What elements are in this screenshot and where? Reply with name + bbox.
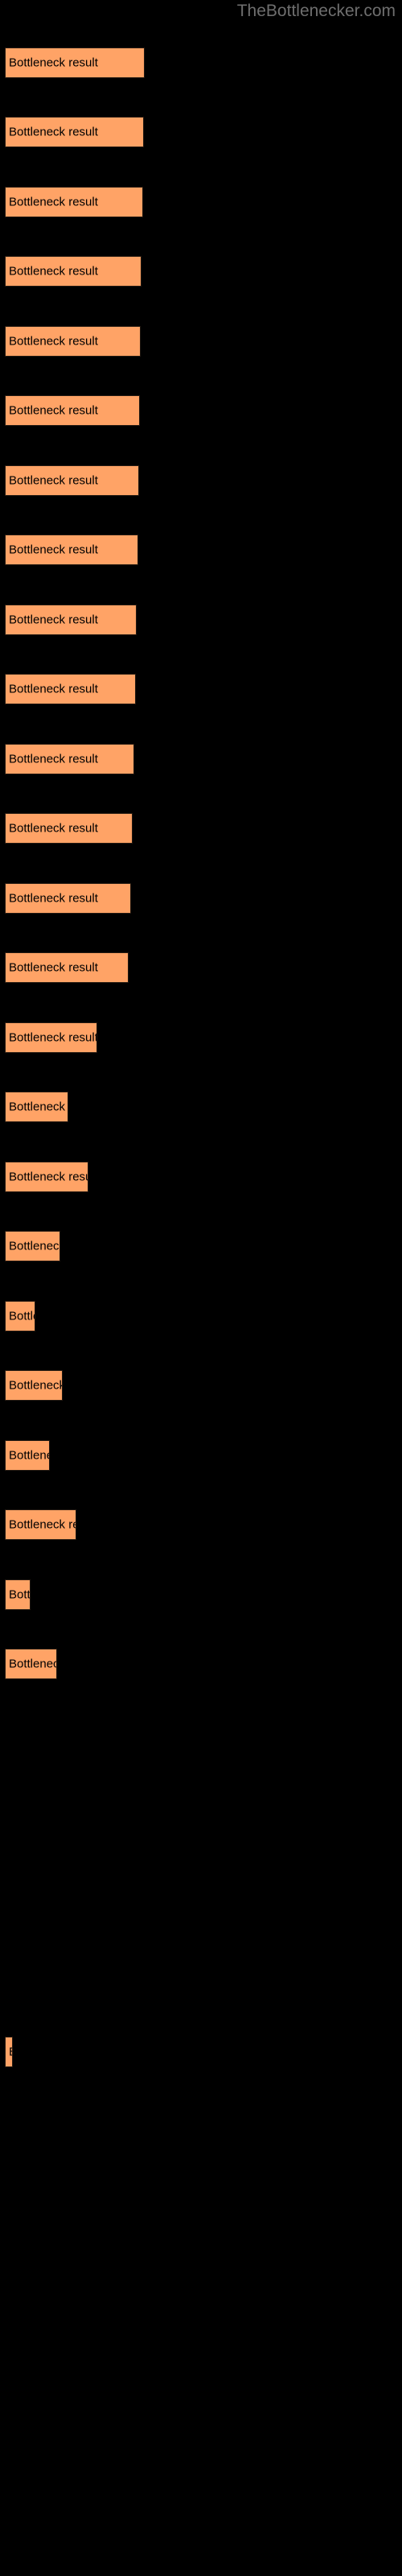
bar: Bottleneck result [5, 1231, 60, 1261]
bar-row: Bottleneck result [5, 674, 136, 704]
bar-label: Bottleneck result [9, 56, 98, 70]
bar-row: Bottleneck result [5, 1579, 31, 1610]
bar-label: Bottleneck result [9, 613, 98, 627]
bar-label: Bottleneck result [9, 1100, 68, 1114]
bar-row: Bottleneck result [5, 1649, 57, 1679]
bar-label: Bottleneck result [9, 1657, 56, 1671]
bar-label: Bottleneck result [9, 1378, 63, 1393]
bar: Bottleneck result [5, 326, 141, 357]
bar-row: Bottleneck result [5, 535, 138, 565]
bar: Bottleneck result [5, 952, 129, 983]
bar: Bottleneck result [5, 1649, 57, 1679]
page-title: TheBottlenecker.com [236, 2, 396, 20]
bar-label: Bottleneck result [9, 543, 98, 557]
bar-label: Bottleneck result [9, 2046, 12, 2058]
bar: Bottleneck result [5, 395, 140, 426]
bar: Bottleneck result [5, 1370, 63, 1401]
bar-label: Bottleneck result [9, 264, 98, 279]
bar: Bottleneck result [5, 256, 142, 287]
bar: Bottleneck result [5, 1440, 50, 1471]
bar-label: Bottleneck result [9, 195, 98, 209]
bar-row: Bottleneck result [5, 1162, 88, 1192]
bar-row: Bottleneck result [5, 47, 145, 78]
bar: Bottleneck result [5, 47, 145, 78]
bar-label: Bottleneck result [9, 1587, 31, 1602]
bar: Bottleneck result [5, 535, 138, 565]
bar-row: Bottleneck result [5, 1440, 50, 1471]
bar-row: Bottleneck result [5, 1231, 60, 1261]
bar-row: Bottleneck result [5, 1022, 97, 1053]
bar-row: Bottleneck result [5, 395, 140, 426]
bar-row: Bottleneck result [5, 883, 131, 914]
bar-label: Bottleneck result [9, 403, 98, 418]
bar-label: Bottleneck result [9, 960, 98, 975]
bar-label: Bottleneck result [9, 891, 98, 906]
bar-row: Bottleneck result [5, 1509, 76, 1540]
bar: Bottleneck result [5, 187, 143, 217]
bar: Bottleneck result [5, 813, 133, 844]
bar-label: Bottleneck result [9, 1448, 49, 1463]
bar-row: Bottleneck result [5, 1301, 35, 1331]
bar-label: Bottleneck result [9, 682, 98, 696]
bar-row: Bottleneck result [5, 813, 133, 844]
bar-label: Bottleneck result [9, 1030, 97, 1045]
bar: Bottleneck result [5, 1092, 68, 1122]
bar: Bottleneck result [5, 674, 136, 704]
bar-label: Bottleneck result [9, 334, 98, 349]
bar-row: Bottleneck result [5, 2037, 13, 2067]
bar: Bottleneck result [5, 1579, 31, 1610]
bar-label: Bottleneck result [9, 1239, 60, 1253]
bar-label: Bottleneck result [9, 473, 98, 488]
bar-row: Bottleneck result [5, 187, 143, 217]
bottleneck-chart: TheBottlenecker.com Bottleneck result Bot… [0, 0, 402, 2576]
bar: Bottleneck result [5, 744, 134, 774]
bar-row: Bottleneck result [5, 326, 141, 357]
bar-row: Bottleneck result [5, 605, 137, 635]
bar-label: Bottleneck result [9, 752, 98, 766]
bar-label: Bottleneck result [9, 1517, 76, 1532]
bar: Bottleneck result [5, 117, 144, 147]
bar-row: Bottleneck result [5, 465, 139, 496]
bar: Bottleneck result [5, 605, 137, 635]
bar: Bottleneck result [5, 1022, 97, 1053]
bar-label: Bottleneck result [9, 1170, 88, 1184]
bar-label: Bottleneck result [9, 125, 98, 139]
bar-label: Bottleneck result [9, 1309, 35, 1323]
bar: Bottleneck result [5, 1301, 35, 1331]
bar: Bottleneck result [5, 883, 131, 914]
bar-label: Bottleneck result [9, 821, 98, 836]
bar-row: Bottleneck result [5, 117, 144, 147]
bar-row: Bottleneck result [5, 256, 142, 287]
bar: Bottleneck result [5, 465, 139, 496]
bar: Bottleneck result [5, 1162, 88, 1192]
bar: Bottleneck result [5, 1509, 76, 1540]
bar-row: Bottleneck result [5, 1370, 63, 1401]
bar-row: Bottleneck result [5, 744, 134, 774]
bar-row: Bottleneck result [5, 952, 129, 983]
bar: Bottleneck result [5, 2037, 13, 2067]
bar-row: Bottleneck result [5, 1092, 68, 1122]
